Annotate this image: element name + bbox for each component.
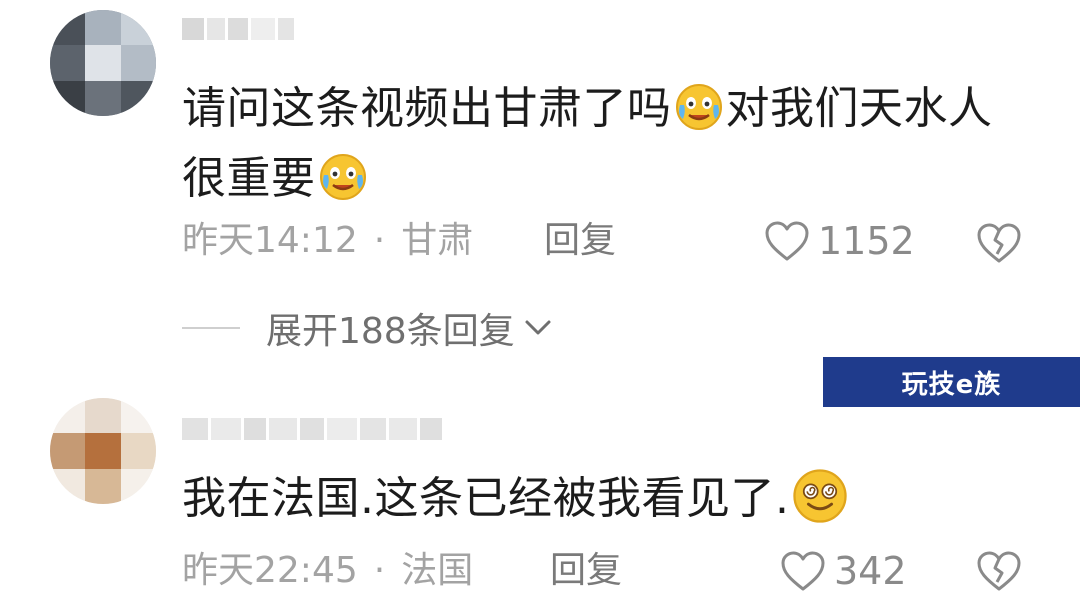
- reply-button[interactable]: 回复: [550, 546, 622, 596]
- comment-text-part: 对我们天水人: [725, 83, 993, 134]
- dislike-button[interactable]: [976, 222, 1022, 268]
- expand-replies-button[interactable]: 展开188条回复: [182, 303, 553, 353]
- like-count: 1152: [818, 219, 915, 263]
- comment-location: 甘肃: [401, 220, 474, 261]
- comment-location: 法国: [401, 550, 474, 591]
- meta-separator: ·: [373, 220, 386, 261]
- comment-text-part: 请问这条视频出甘肃了吗: [182, 83, 672, 134]
- comment-time: 昨天22:45: [182, 550, 358, 591]
- heart-icon: [781, 551, 825, 591]
- comment-meta: 昨天14:12 · 甘肃: [182, 216, 473, 266]
- comment-text: 请问这条视频出甘肃了吗 对我们天水人 很重要: [182, 74, 993, 214]
- avatar[interactable]: [50, 398, 156, 504]
- comment-meta: 昨天22:45 · 法国: [182, 546, 473, 596]
- crying-laughing-emoji-icon: [675, 84, 722, 130]
- like-button[interactable]: 1152: [764, 216, 915, 266]
- chevron-down-icon: [525, 320, 551, 335]
- comment-text-part: 我在法国.这条已经被我看见了.: [182, 473, 790, 524]
- broken-heart-icon: [977, 223, 1021, 263]
- like-button[interactable]: 342: [780, 546, 907, 596]
- like-count: 342: [834, 549, 907, 593]
- expand-replies-label: 展开188条回复: [266, 311, 515, 352]
- comment-text: 我在法国.这条已经被我看见了.: [182, 464, 851, 534]
- broken-heart-icon: [977, 551, 1021, 591]
- avatar[interactable]: [50, 10, 156, 116]
- dizzy-smile-emoji-icon: [793, 469, 848, 523]
- heart-icon: [765, 221, 809, 261]
- crying-laughing-emoji-icon: [319, 154, 366, 200]
- reply-button[interactable]: 回复: [544, 216, 616, 266]
- comment-text-part: 很重要: [182, 153, 316, 204]
- meta-separator: ·: [373, 550, 386, 591]
- watermark-badge: 玩技e族: [823, 357, 1080, 407]
- comment-time: 昨天14:12: [182, 220, 358, 261]
- dislike-button[interactable]: [976, 550, 1022, 596]
- comment-feed: 请问这条视频出甘肃了吗 对我们天水人 很重要 昨天14:12 · 甘肃 回复 1…: [0, 0, 1080, 612]
- username-blurred[interactable]: [182, 18, 297, 54]
- divider-line: [182, 327, 240, 329]
- username-blurred[interactable]: [182, 418, 445, 454]
